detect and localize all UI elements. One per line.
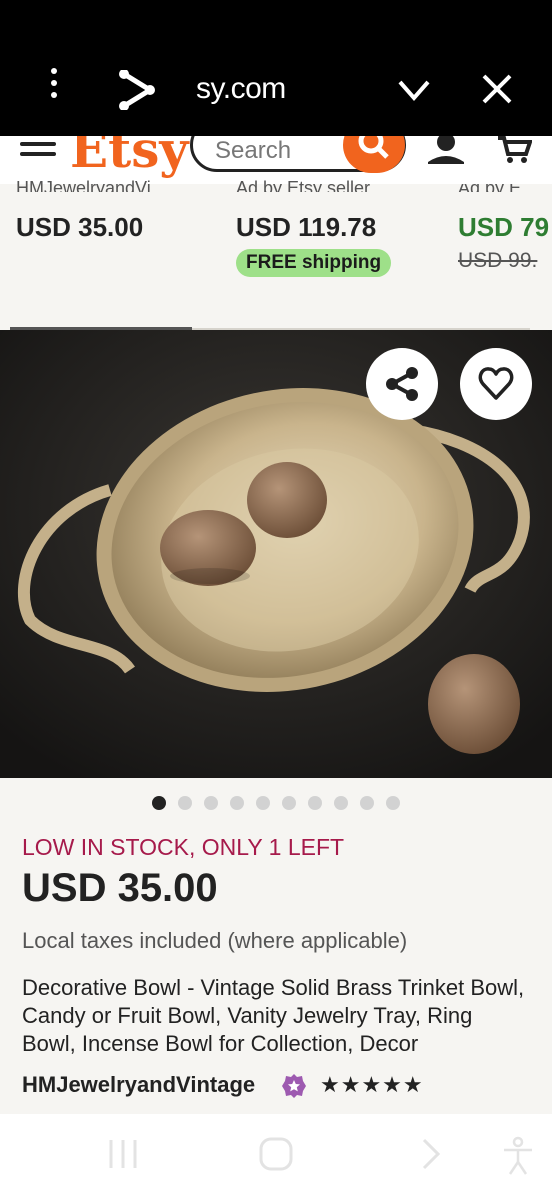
- site-header: Etsy Search: [0, 136, 552, 184]
- product-carousel[interactable]: HMJewelryandVi... USD 35.00 Ad by Etsy s…: [0, 178, 552, 331]
- url-text[interactable]: sy.com: [196, 72, 286, 106]
- product-card-original-price: USD 99.: [458, 249, 538, 272]
- star-seller-icon: [282, 1074, 306, 1098]
- pager-dot[interactable]: [178, 796, 192, 810]
- share-icon: [386, 367, 418, 401]
- more-options-icon[interactable]: [46, 68, 62, 104]
- pager-dot[interactable]: [230, 796, 244, 810]
- pager-dot[interactable]: [386, 796, 400, 810]
- etsy-logo[interactable]: Etsy: [70, 136, 188, 179]
- search-placeholder: Search: [215, 137, 292, 164]
- rating-stars[interactable]: ★★★★★: [320, 1072, 424, 1098]
- search-button[interactable]: [343, 136, 405, 173]
- home-icon[interactable]: [258, 1136, 294, 1172]
- product-card-title: Ad by E: [458, 184, 552, 192]
- pager-dot[interactable]: [334, 796, 348, 810]
- listing-title: Decorative Bowl - Vintage Solid Brass Tr…: [22, 975, 525, 1056]
- product-card[interactable]: Ad by E USD 79 USD 99.: [458, 184, 552, 273]
- pager-dot[interactable]: [282, 796, 296, 810]
- chevron-down-icon[interactable]: [396, 72, 432, 108]
- close-icon[interactable]: [480, 72, 514, 106]
- browser-toolbar: sy.com: [0, 0, 552, 136]
- favorite-button[interactable]: [460, 348, 532, 420]
- product-image[interactable]: [0, 330, 552, 778]
- shop-name-link[interactable]: HMJewelryandVintage: [22, 1072, 255, 1098]
- pager-dot[interactable]: [256, 796, 270, 810]
- free-shipping-badge: FREE shipping: [236, 249, 392, 277]
- pager-dot[interactable]: [152, 796, 166, 810]
- cart-icon[interactable]: [498, 136, 532, 170]
- listing-price: USD 35.00: [22, 866, 218, 910]
- product-card-price: USD 79: [458, 212, 550, 242]
- account-icon[interactable]: [426, 136, 466, 176]
- search-icon: [358, 136, 389, 159]
- product-card-price: USD 35.00: [16, 212, 144, 242]
- pager-dot[interactable]: [360, 796, 374, 810]
- tax-note: Local taxes included (where applicable): [22, 928, 408, 953]
- pager-dot[interactable]: [308, 796, 322, 810]
- image-pager[interactable]: [0, 796, 552, 815]
- stock-notice: LOW IN STOCK, ONLY 1 LEFT: [22, 834, 345, 860]
- back-icon[interactable]: [418, 1136, 444, 1172]
- recents-icon[interactable]: [106, 1136, 140, 1172]
- product-card[interactable]: HMJewelryandVi... USD 35.00: [16, 178, 166, 243]
- accessibility-icon[interactable]: [500, 1136, 536, 1176]
- system-navigation-bar: [0, 1114, 552, 1196]
- menu-icon[interactable]: [20, 142, 56, 162]
- product-card[interactable]: Ad by Etsy seller USD 119.78 FREE shippi…: [236, 178, 392, 277]
- product-card-title: HMJewelryandVi...: [16, 178, 166, 192]
- pager-dot[interactable]: [204, 796, 218, 810]
- share-button[interactable]: [366, 348, 438, 420]
- search-input[interactable]: Search: [190, 136, 406, 173]
- product-card-title: Ad by Etsy seller: [236, 178, 371, 192]
- share-icon[interactable]: [118, 70, 158, 110]
- heart-icon: [478, 367, 514, 400]
- product-card-price: USD 119.78: [236, 212, 377, 242]
